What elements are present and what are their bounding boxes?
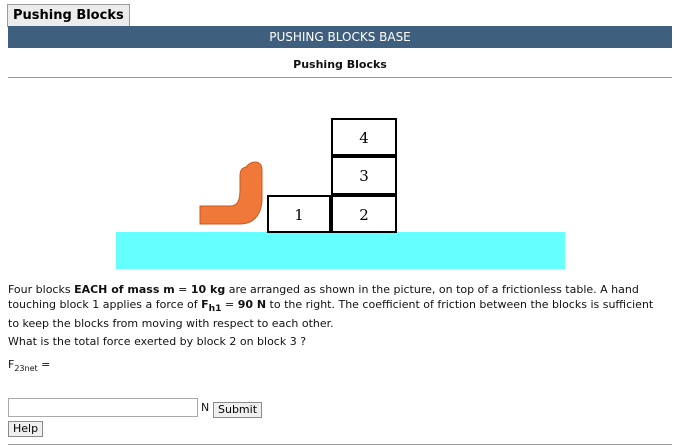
submit-button[interactable]: Submit [213, 402, 263, 418]
unit-label: N [201, 401, 210, 414]
problem-statement: Four blocks EACH of mass m = 10 kg are a… [8, 282, 658, 331]
page-title: Pushing Blocks [293, 58, 387, 71]
equals: = [174, 283, 191, 296]
answer-variable: F23net = [8, 358, 50, 373]
header-bar: PUSHING BLOCKS BASE [8, 26, 672, 48]
problem-figure: 1 2 3 4 [116, 118, 565, 269]
divider [8, 77, 672, 78]
force-value: 90 N [237, 298, 267, 311]
problem-text: Four blocks [8, 283, 75, 296]
block-1-label: 1 [294, 206, 304, 224]
help-button[interactable]: Help [8, 421, 44, 437]
mass-value: 10 kg [190, 283, 226, 296]
answer-equals: = [37, 358, 51, 371]
force-subscript: h1 [208, 303, 222, 315]
question-text: What is the total force exerted by block… [8, 335, 307, 348]
answer-input[interactable] [8, 398, 198, 417]
block-4-label: 4 [359, 129, 369, 147]
mass-label: EACH of mass m [74, 283, 175, 296]
equals: = [221, 298, 238, 311]
block-3-label: 3 [359, 167, 369, 185]
hand-icon [199, 161, 263, 225]
table-surface [116, 232, 565, 269]
force-symbol: F [201, 298, 209, 311]
block-2-label: 2 [359, 206, 369, 224]
divider [8, 444, 672, 445]
answer-subscript: 23net [14, 364, 38, 374]
tab-pushing-blocks[interactable]: Pushing Blocks [7, 4, 130, 27]
